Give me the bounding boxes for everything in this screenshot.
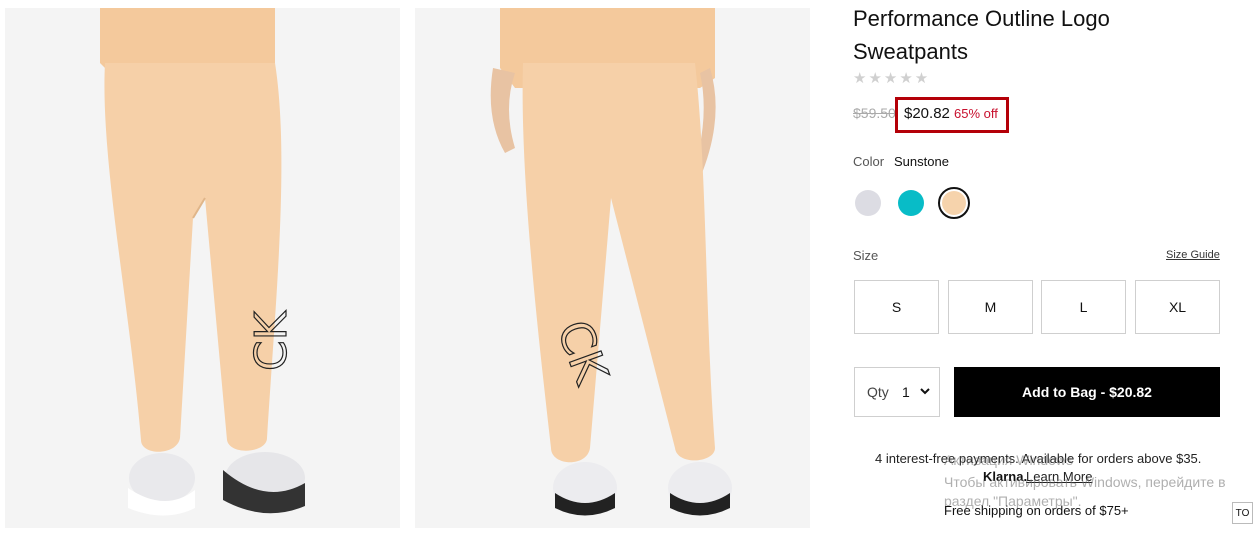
original-price: $59.50 [853, 105, 895, 121]
color-swatch-teal[interactable] [898, 190, 924, 216]
color-label: Color [853, 154, 885, 169]
back-to-top-button[interactable]: TO [1232, 502, 1253, 524]
size-guide-link[interactable]: Size Guide [1166, 249, 1220, 261]
sweatpants-back-illustration: CK [415, 8, 810, 528]
windows-activation-watermark-title: Активация Windows [944, 452, 1074, 468]
quantity-value: 1 [902, 384, 910, 400]
add-to-bag-button[interactable]: Add to Bag - $20.82 [954, 367, 1220, 417]
size-button-xl[interactable]: XL [1135, 280, 1220, 334]
discount-label: 65% off [954, 106, 998, 121]
selected-color-name: Sunstone [894, 154, 949, 169]
windows-activation-watermark-line2: Чтобы активировать Windows, перейдите в [944, 474, 1226, 490]
product-title: Performance Outline Logo Sweatpants [853, 6, 1110, 64]
quantity-select[interactable]: Qty 1 [854, 367, 940, 417]
size-button-s[interactable]: S [854, 280, 939, 334]
quantity-label: Qty [867, 384, 889, 400]
size-button-m[interactable]: M [948, 280, 1033, 334]
chevron-down-icon [920, 388, 930, 395]
color-swatch-sunstone[interactable] [942, 191, 966, 215]
free-shipping-text: Free shipping on orders of $75+ [944, 503, 1129, 518]
rating-stars[interactable]: ★★★★★ [853, 69, 930, 87]
product-image-back[interactable]: CK [415, 8, 810, 528]
size-button-l[interactable]: L [1041, 280, 1126, 334]
sweatpants-front-illustration: CK [5, 8, 400, 528]
svg-text:CK: CK [246, 310, 297, 371]
sale-price: $20.82 [904, 105, 950, 122]
color-swatch-grey[interactable] [855, 190, 881, 216]
size-label: Size [853, 248, 879, 263]
product-image-front[interactable]: CK [5, 8, 400, 528]
